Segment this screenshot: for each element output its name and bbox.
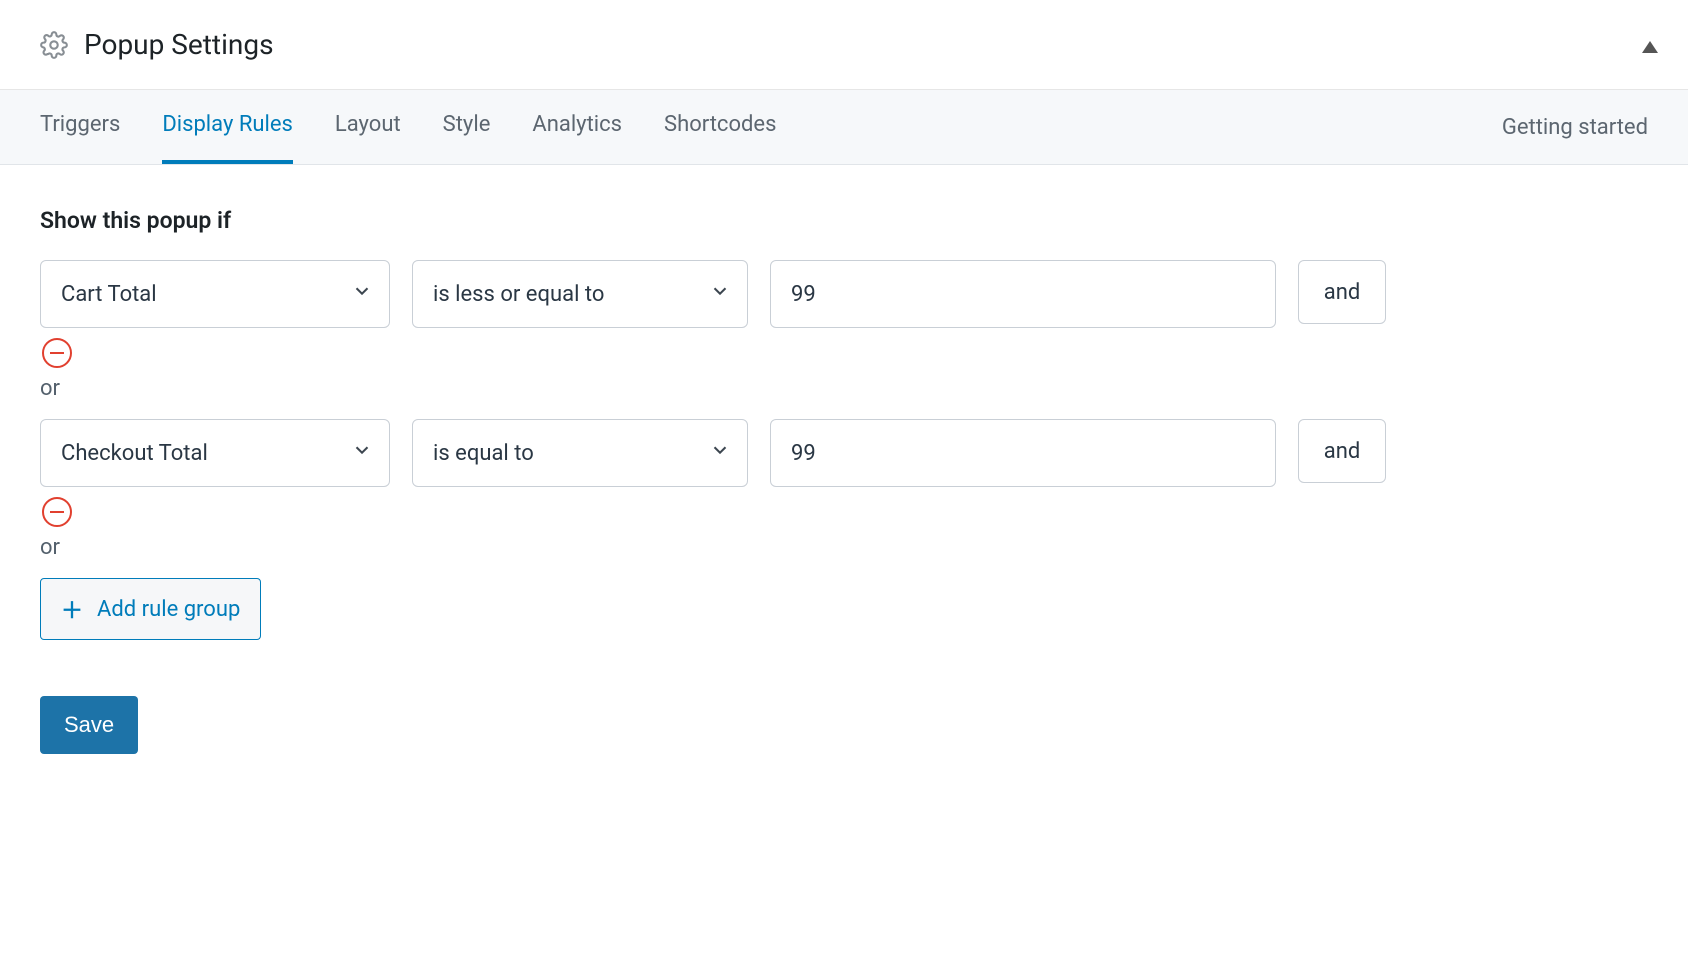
operator-select-value: is equal to xyxy=(433,441,534,466)
or-separator: or xyxy=(40,535,1648,560)
operator-select-value: is less or equal to xyxy=(433,282,604,307)
minus-icon xyxy=(50,511,64,514)
save-button[interactable]: Save xyxy=(40,696,138,754)
content-area: Show this popup if Cart Total is less or… xyxy=(0,165,1688,796)
tabs-left: Triggers Display Rules Layout Style Anal… xyxy=(40,90,818,164)
collapse-toggle-icon[interactable] xyxy=(1642,38,1658,57)
and-button[interactable]: and xyxy=(1298,419,1386,483)
operator-select[interactable]: is equal to xyxy=(412,419,748,487)
minus-icon xyxy=(50,352,64,355)
tab-style[interactable]: Style xyxy=(443,90,491,164)
field-select[interactable]: Cart Total xyxy=(40,260,390,328)
tab-shortcodes[interactable]: Shortcodes xyxy=(664,90,776,164)
add-rule-group-label: Add rule group xyxy=(97,597,240,622)
plus-icon: ＋ xyxy=(61,593,83,625)
getting-started-link[interactable]: Getting started xyxy=(1502,91,1648,164)
tab-display-rules[interactable]: Display Rules xyxy=(162,90,293,164)
tabs-bar: Triggers Display Rules Layout Style Anal… xyxy=(0,90,1688,165)
page-title: Popup Settings xyxy=(84,28,274,61)
value-input[interactable] xyxy=(770,260,1276,328)
chevron-down-icon xyxy=(709,280,731,308)
rule-row: Cart Total is less or equal to and xyxy=(40,260,1648,328)
add-rule-group-button[interactable]: ＋ Add rule group xyxy=(40,578,261,640)
operator-select[interactable]: is less or equal to xyxy=(412,260,748,328)
chevron-down-icon xyxy=(351,439,373,467)
and-button[interactable]: and xyxy=(1298,260,1386,324)
rule-row: Checkout Total is equal to and xyxy=(40,419,1648,487)
or-separator: or xyxy=(40,376,1648,401)
chevron-down-icon xyxy=(709,439,731,467)
tab-analytics[interactable]: Analytics xyxy=(532,90,622,164)
section-title: Show this popup if xyxy=(40,207,1648,234)
field-select[interactable]: Checkout Total xyxy=(40,419,390,487)
field-select-value: Checkout Total xyxy=(61,441,208,466)
remove-rule-button[interactable] xyxy=(42,497,72,527)
remove-rule-button[interactable] xyxy=(42,338,72,368)
value-input[interactable] xyxy=(770,419,1276,487)
chevron-down-icon xyxy=(351,280,373,308)
field-select-value: Cart Total xyxy=(61,282,157,307)
gear-icon xyxy=(40,31,68,59)
tab-layout[interactable]: Layout xyxy=(335,90,401,164)
panel-header: Popup Settings xyxy=(0,0,1688,90)
tab-triggers[interactable]: Triggers xyxy=(40,90,120,164)
